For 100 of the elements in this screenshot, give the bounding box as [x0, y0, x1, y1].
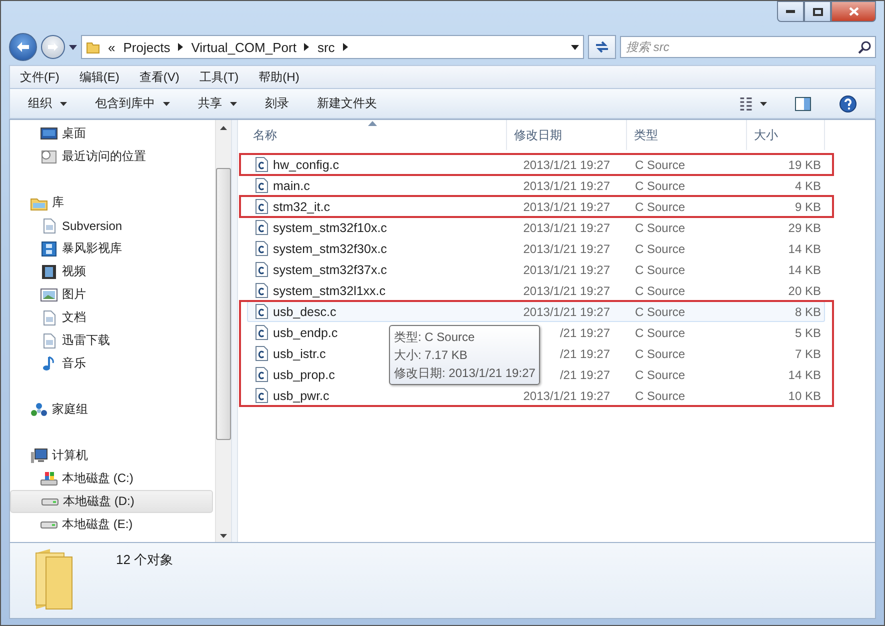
scrollbar-thumb[interactable] [216, 168, 231, 440]
date-cell: 2013/1/21 19:27 [523, 220, 610, 234]
menu-item[interactable]: 工具(T) [189, 68, 249, 86]
filmstrip-icon [40, 264, 58, 280]
chevron-icon [178, 43, 184, 51]
date-cell: 2013/1/21 19:27 [523, 304, 610, 318]
c-file-icon [255, 325, 268, 340]
scrollbar[interactable] [214, 120, 232, 542]
c-file-icon [255, 304, 268, 319]
sidebar-group[interactable]: 计算机 [10, 444, 213, 467]
network-icon [30, 402, 48, 418]
sidebar-item[interactable]: Subversion [10, 214, 213, 237]
date-cell: 2013/1/21 19:27 [523, 262, 610, 276]
toolbar-button[interactable]: 共享 [186, 92, 249, 116]
file-name: system_stm32f30x.c [273, 242, 387, 256]
tooltip-line: 大小: 7.17 KB [394, 347, 468, 364]
dropdown-icon[interactable] [571, 44, 579, 50]
type-cell: C Source [635, 178, 686, 192]
forward-button[interactable] [41, 35, 65, 59]
file-name: usb_istr.c [273, 346, 326, 360]
toolbar-button[interactable]: 组织 [16, 92, 79, 116]
date-cell: /21 19:27 [560, 368, 610, 382]
sidebar-item[interactable]: 图片 [10, 283, 213, 306]
sidebar-group[interactable]: 库 [10, 191, 213, 214]
type-cell: C Source [635, 388, 686, 402]
sidebar-item[interactable]: 最近访问的位置 [10, 145, 213, 168]
column-header[interactable]: 修改日期 [507, 120, 627, 150]
size-cell: 7 KB [794, 346, 821, 360]
c-file-icon [255, 262, 268, 277]
toolbar-button[interactable]: 刻录 [253, 92, 301, 116]
close-button[interactable] [831, 1, 876, 22]
chevron-icon [304, 43, 310, 51]
date-cell: 2013/1/21 19:27 [523, 242, 610, 256]
breadcrumb[interactable]: Projects [123, 40, 170, 54]
c-file-icon [255, 283, 268, 298]
sidebar-item[interactable]: 暴风影视库 [10, 237, 213, 260]
menu-item[interactable]: 帮助(H) [248, 68, 310, 86]
sidebar-item[interactable]: 本地磁盘 (C:) [10, 467, 213, 490]
date-cell: 2013/1/21 19:27 [523, 388, 610, 402]
date-cell: 2013/1/21 19:27 [523, 158, 610, 172]
address-bar[interactable]: « Projects Virtual_COM_Port src [81, 35, 584, 59]
c-file-icon [255, 178, 268, 193]
sidebar-group[interactable]: 家庭组 [10, 398, 213, 421]
file-name: usb_desc.c [273, 304, 336, 318]
column-header[interactable]: 名称 [238, 120, 507, 150]
size-cell: 14 KB [788, 368, 821, 382]
sidebar-item[interactable]: 音乐 [10, 352, 213, 375]
pane-icon [795, 96, 811, 110]
sidebar-item[interactable]: 文档 [10, 306, 213, 329]
folder-icon [86, 40, 100, 54]
type-cell: C Source [635, 158, 686, 172]
breadcrumb-overflow[interactable]: « [108, 40, 116, 54]
drive-icon [41, 498, 59, 506]
back-button[interactable] [9, 33, 37, 61]
item-count: 12 个对象 [116, 551, 174, 569]
size-cell: 9 KB [794, 200, 821, 214]
chevron-icon [342, 43, 348, 51]
type-cell: C Source [635, 326, 686, 340]
menu-item[interactable]: 编辑(E) [69, 68, 130, 86]
file-name: usb_pwr.c [273, 388, 330, 402]
menu-item[interactable]: 文件(F) [10, 68, 70, 86]
refresh-button[interactable] [588, 35, 616, 59]
column-header[interactable]: 类型 [627, 120, 747, 150]
toolbar-button[interactable]: 新建文件夹 [305, 92, 389, 116]
sidebar-item[interactable]: 本地磁盘 (D:) [10, 490, 213, 513]
column-header[interactable]: 大小 [747, 120, 825, 150]
minimize-icon [786, 10, 795, 13]
arrow-right-icon [47, 42, 59, 52]
sidebar-item[interactable]: 视频 [10, 260, 213, 283]
file-name: hw_config.c [273, 158, 340, 172]
caret-icon[interactable] [69, 44, 77, 50]
menu-item[interactable]: 查看(V) [129, 68, 190, 86]
file-name: main.c [273, 178, 310, 192]
size-cell: 14 KB [788, 262, 821, 276]
file-name: system_stm32f37x.c [273, 262, 387, 276]
maximize-button[interactable] [804, 1, 831, 22]
minimize-button[interactable] [777, 1, 804, 22]
search-field[interactable]: 搜索 src [620, 36, 876, 58]
breadcrumb[interactable]: Virtual_COM_Port [191, 40, 296, 54]
toolbar-button[interactable]: 包含到库中 [83, 92, 182, 116]
type-cell: C Source [635, 304, 686, 318]
file-name: stm32_it.c [273, 200, 330, 214]
caret-icon [760, 102, 767, 106]
arrow-down-icon[interactable] [220, 534, 227, 538]
sidebar-item[interactable]: 本地磁盘 (E:) [10, 513, 213, 536]
date-cell: /21 19:27 [560, 346, 610, 360]
arrow-left-icon [16, 41, 30, 53]
file-row[interactable]: usb_desc.c 2013/1/21 19:27 C Source 8 KB [247, 301, 825, 322]
date-cell: 2013/1/21 19:27 [523, 200, 610, 214]
maximize-icon [812, 8, 822, 16]
list-view-icon [740, 96, 752, 110]
refresh-icon [594, 40, 610, 54]
breadcrumb[interactable]: src [317, 40, 335, 54]
picture-icon [40, 286, 58, 302]
sidebar-item[interactable]: 迅雷下载 [10, 329, 213, 352]
type-cell: C Source [635, 284, 686, 298]
drive-icon [40, 470, 58, 486]
arrow-up-icon[interactable] [220, 126, 227, 130]
sidebar-item[interactable]: 桌面 [10, 122, 213, 145]
size-cell: 19 KB [788, 158, 821, 172]
